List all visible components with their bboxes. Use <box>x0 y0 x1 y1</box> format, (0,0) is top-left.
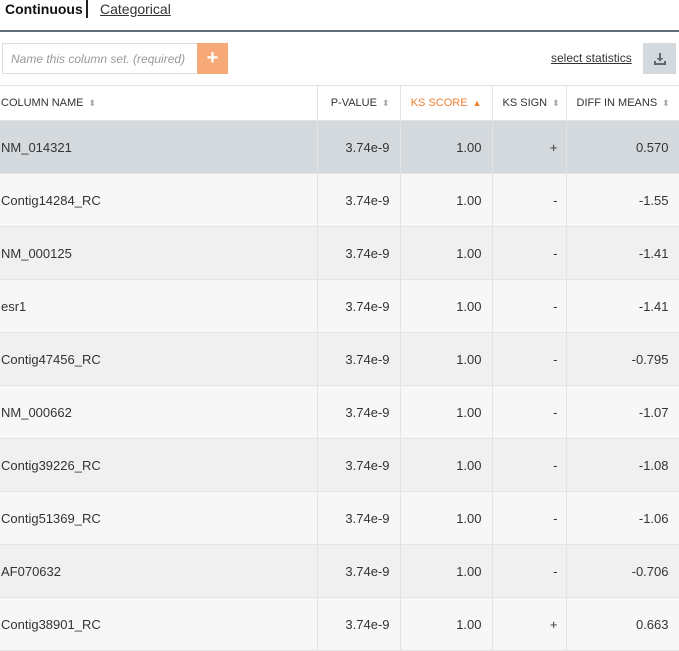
tab-categorical[interactable]: Categorical <box>100 1 171 17</box>
column-name-cell: AF070632 <box>0 544 318 598</box>
table-row[interactable]: AF070632 3.74e-9 1.00- -0.706 <box>0 544 679 598</box>
column-name-cell: Contig39226_RC <box>0 438 318 492</box>
column-name-cell: NM_000662 <box>0 385 318 439</box>
ks-sign-cell: - <box>492 544 567 598</box>
table-row[interactable]: Contig47456_RC 3.74e-9 1.00- -0.795 <box>0 332 679 386</box>
column-name-cell: esr1 <box>0 279 318 333</box>
diff-in-means-cell: 0.663 <box>566 597 679 651</box>
p-value-cell: 3.74e-9 <box>317 173 401 227</box>
p-value-cell: 3.74e-9 <box>317 597 401 651</box>
statistics-table: COLUMN NAME ⬍ P-VALUE ⬍ KS SCORE ▲ KS SIGN ⬍ DIF… <box>0 85 679 651</box>
ks-score-cell: 1.00 <box>400 438 493 492</box>
diff-in-means-cell: -1.08 <box>566 438 679 492</box>
diff-in-means-cell: -1.07 <box>566 385 679 439</box>
diff-in-means-cell: 0.570 <box>566 120 679 174</box>
header-label: COLUMN NAME <box>1 97 84 109</box>
sort-icon[interactable]: ⬍ <box>552 98 560 108</box>
column-name-cell: NM_014321 <box>0 120 318 174</box>
table-row[interactable]: esr1 3.74e-9 1.00- -1.41 <box>0 279 679 333</box>
column-name-cell: NM_000125 <box>0 226 318 280</box>
column-name-cell: Contig38901_RC <box>0 597 318 651</box>
p-value-cell: 3.74e-9 <box>317 279 401 333</box>
ks-score-cell: 1.00 <box>400 491 493 545</box>
table-row[interactable]: NM_000662 3.74e-9 1.00- -1.07 <box>0 385 679 439</box>
ks-sign-cell: - <box>492 226 567 280</box>
ks-sign-cell: - <box>492 332 567 386</box>
ks-sign-cell: - <box>492 491 567 545</box>
sort-icon[interactable]: ⬍ <box>89 98 97 108</box>
p-value-cell: 3.74e-9 <box>317 544 401 598</box>
column-name-cell: Contig47456_RC <box>0 332 318 386</box>
ks-score-cell: 1.00 <box>400 332 493 386</box>
ks-score-cell: 1.00 <box>400 173 493 227</box>
diff-in-means-cell: -0.706 <box>566 544 679 598</box>
table-row[interactable]: Contig38901_RC 3.74e-9 1.00 +0.663 <box>0 597 679 651</box>
ks-score-cell: 1.00 <box>400 226 493 280</box>
header-label: DIFF IN MEANS <box>576 97 658 109</box>
ks-sign-cell: - <box>492 279 567 333</box>
ks-sign-cell: - <box>492 438 567 492</box>
column-header-ks-sign[interactable]: KS SIGN ⬍ <box>492 85 567 121</box>
sort-icon[interactable]: ⬍ <box>662 98 670 108</box>
table-row[interactable]: NM_014321 3.74e-9 1.00 +0.570 <box>0 120 679 174</box>
ks-score-cell: 1.00 <box>400 279 493 333</box>
tab-divider <box>86 0 88 18</box>
p-value-cell: 3.74e-9 <box>317 491 401 545</box>
p-value-cell: 3.74e-9 <box>317 226 401 280</box>
download-icon <box>653 52 666 65</box>
ks-sign-cell: + <box>492 120 567 174</box>
column-name-cell: Contig14284_RC <box>0 173 318 227</box>
table-row[interactable]: Contig51369_RC 3.74e-9 1.00- -1.06 <box>0 491 679 545</box>
header-label: KS SIGN <box>502 97 548 109</box>
ks-sign-cell: - <box>492 173 567 227</box>
table-row[interactable]: Contig39226_RC 3.74e-9 1.00- -1.08 <box>0 438 679 492</box>
tab-bar: Continuous Categorical <box>0 0 679 32</box>
table-row[interactable]: Contig14284_RC 3.74e-9 1.00- -1.55 <box>0 173 679 227</box>
tab-continuous[interactable]: Continuous <box>5 1 83 17</box>
ks-sign-cell: + <box>492 597 567 651</box>
column-header-column-name[interactable]: COLUMN NAME ⬍ <box>0 85 318 121</box>
p-value-cell: 3.74e-9 <box>317 120 401 174</box>
diff-in-means-cell: -1.55 <box>566 173 679 227</box>
p-value-cell: 3.74e-9 <box>317 332 401 386</box>
diff-in-means-cell: -0.795 <box>566 332 679 386</box>
ks-score-cell: 1.00 <box>400 544 493 598</box>
download-button[interactable] <box>643 43 676 74</box>
add-column-set-button[interactable]: + <box>197 43 228 74</box>
column-header-p-value[interactable]: P-VALUE ⬍ <box>317 85 401 121</box>
column-header-ks-score[interactable]: KS SCORE ▲ <box>400 85 493 121</box>
ks-score-cell: 1.00 <box>400 120 493 174</box>
table-row[interactable]: NM_000125 3.74e-9 1.00- -1.41 <box>0 226 679 280</box>
p-value-cell: 3.74e-9 <box>317 438 401 492</box>
diff-in-means-cell: -1.41 <box>566 279 679 333</box>
sort-icon[interactable]: ⬍ <box>382 98 390 108</box>
select-statistics-link[interactable]: select statistics <box>551 51 632 65</box>
diff-in-means-cell: -1.06 <box>566 491 679 545</box>
p-value-cell: 3.74e-9 <box>317 385 401 439</box>
header-label: P-VALUE <box>330 97 377 109</box>
column-header-diff-in-means[interactable]: DIFF IN MEANS ⬍ <box>566 85 679 121</box>
column-name-cell: Contig51369_RC <box>0 491 318 545</box>
diff-in-means-cell: -1.41 <box>566 226 679 280</box>
column-set-name-input[interactable] <box>2 43 198 74</box>
sort-ascending-icon[interactable]: ▲ <box>473 98 482 108</box>
ks-score-cell: 1.00 <box>400 385 493 439</box>
ks-score-cell: 1.00 <box>400 597 493 651</box>
ks-sign-cell: - <box>492 385 567 439</box>
header-label: KS SCORE <box>410 97 468 109</box>
